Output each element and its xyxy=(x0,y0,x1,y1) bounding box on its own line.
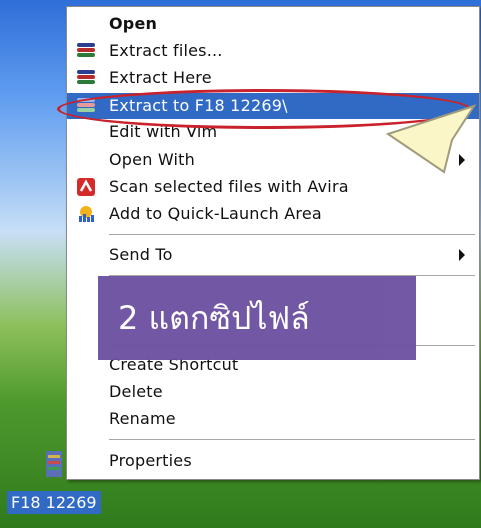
menu-item-open[interactable]: Open xyxy=(67,11,479,37)
desktop-file-icon[interactable] xyxy=(44,447,66,481)
desktop-file-label[interactable]: F18 12269 xyxy=(7,491,101,514)
instruction-text: 2 แตกซิปไฟล์ xyxy=(118,298,310,337)
menu-item-label: Rename xyxy=(109,409,176,428)
menu-item-label: Scan selected files with Avira xyxy=(109,177,349,196)
menu-item-rename[interactable]: Rename xyxy=(67,406,479,432)
context-menu: Open Extract files... Extract Here Extra… xyxy=(66,6,480,480)
menu-item-label: Delete xyxy=(109,382,163,401)
menu-item-quick-launch[interactable]: Add to Quick-Launch Area xyxy=(67,201,479,227)
menu-item-label: Extract Here xyxy=(109,68,212,87)
menu-item-label: Open With xyxy=(109,150,195,169)
instruction-banner: 2 แตกซิปไฟล์ xyxy=(98,276,416,360)
menu-separator xyxy=(109,439,475,440)
menu-item-extract-here[interactable]: Extract Here xyxy=(67,65,479,91)
menu-item-extract-files[interactable]: Extract files... xyxy=(67,38,479,64)
pointer-arrow-icon xyxy=(385,104,478,178)
menu-item-label: Open xyxy=(109,14,158,33)
submenu-arrow-icon xyxy=(459,249,465,261)
menu-item-label: Extract files... xyxy=(109,41,223,60)
winrar-books-icon xyxy=(77,42,95,60)
menu-item-delete[interactable]: Delete xyxy=(67,379,479,405)
menu-item-properties[interactable]: Properties xyxy=(67,448,479,474)
menu-item-send-to[interactable]: Send To xyxy=(67,242,479,268)
menu-item-label: Send To xyxy=(109,245,173,264)
quick-launch-icon xyxy=(77,205,95,223)
menu-item-label: Properties xyxy=(109,451,192,470)
menu-separator xyxy=(109,234,475,235)
avira-icon xyxy=(77,178,95,196)
menu-item-label: Add to Quick-Launch Area xyxy=(109,204,322,223)
winrar-books-icon xyxy=(77,69,95,87)
